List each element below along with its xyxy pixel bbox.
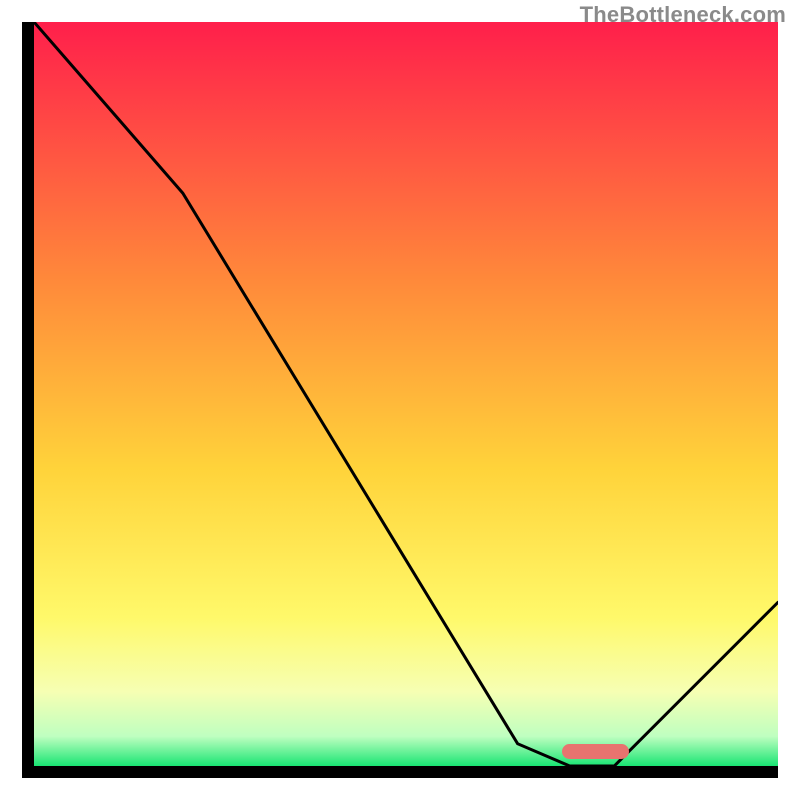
plot-svg	[34, 22, 778, 766]
chart-stage: TheBottleneck.com	[0, 0, 800, 800]
gradient-background	[34, 22, 778, 766]
y-axis	[22, 22, 34, 778]
optimal-range-marker	[562, 744, 629, 759]
plot-area	[34, 22, 778, 766]
x-axis	[22, 766, 778, 778]
